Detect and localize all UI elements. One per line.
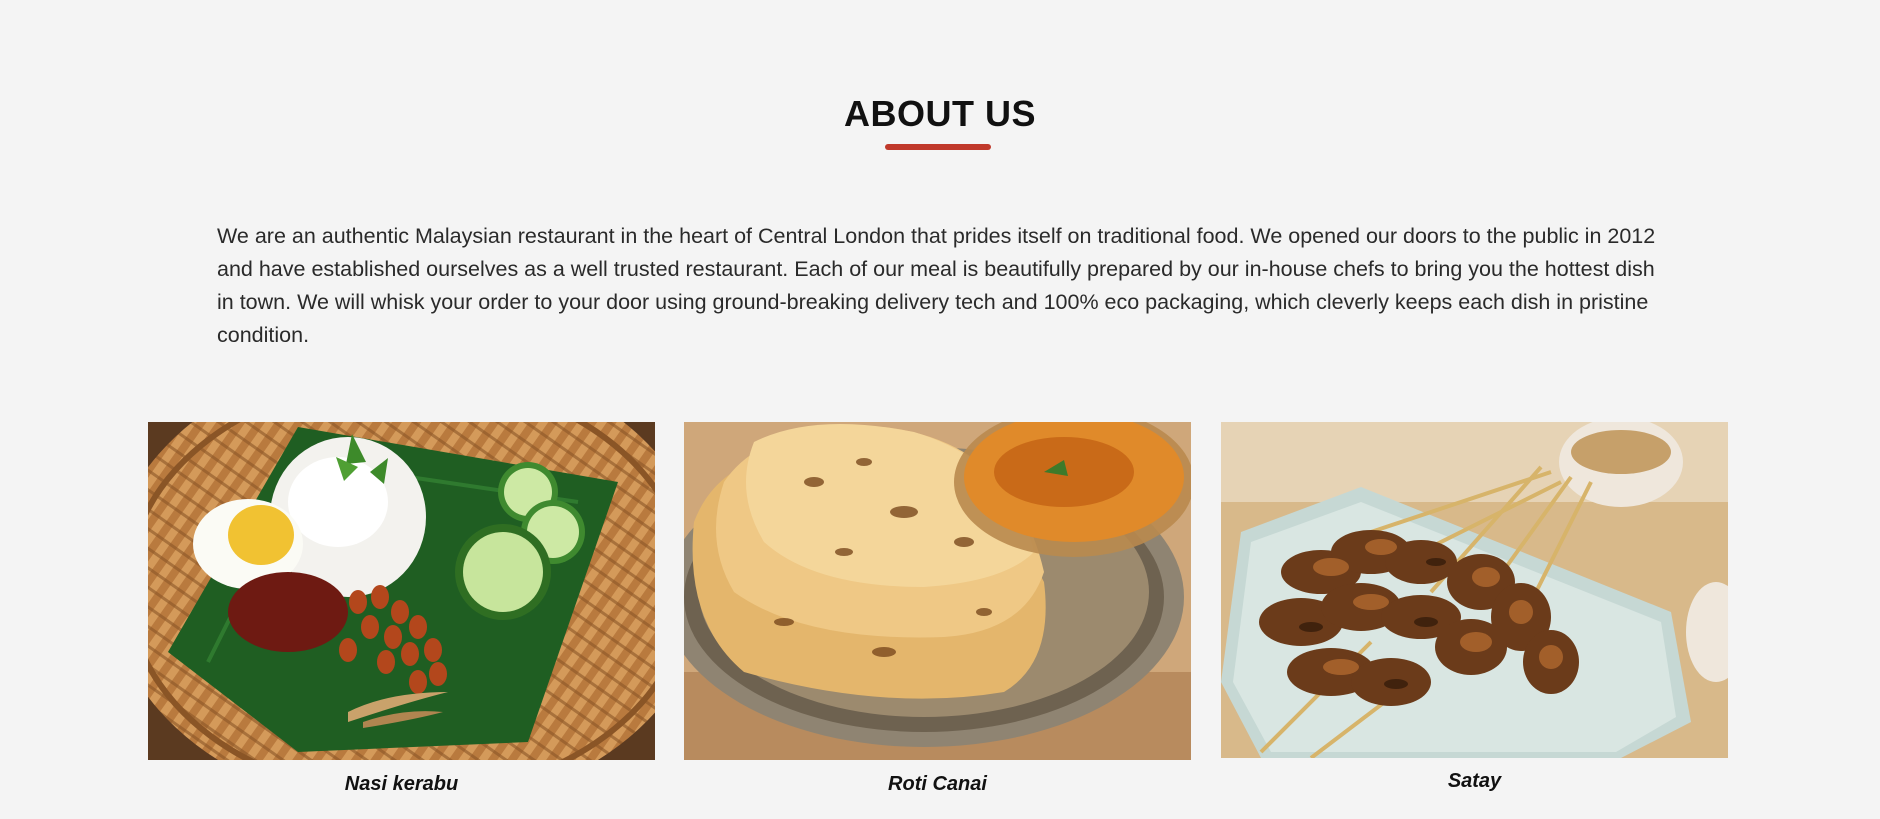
about-section: ABOUT US We are an authentic Malaysian r… xyxy=(0,0,1880,819)
dish-card-satay: Satay xyxy=(1221,422,1728,793)
dish-card-nasi-kerabu: Nasi kerabu xyxy=(148,422,655,796)
roti-canai-photo xyxy=(684,422,1191,760)
section-title: ABOUT US xyxy=(844,93,1036,134)
title-underline xyxy=(885,144,991,150)
dish-caption: Nasi kerabu xyxy=(344,773,459,795)
nasi-kerabu-photo xyxy=(148,422,655,760)
dish-caption: Roti Canai xyxy=(888,773,987,795)
about-description: We are an authentic Malaysian restaurant… xyxy=(217,224,1656,347)
dish-caption: Satay xyxy=(1447,770,1502,792)
satay-photo xyxy=(1221,422,1728,758)
dish-card-roti-canai: Roti Canai xyxy=(684,422,1191,796)
